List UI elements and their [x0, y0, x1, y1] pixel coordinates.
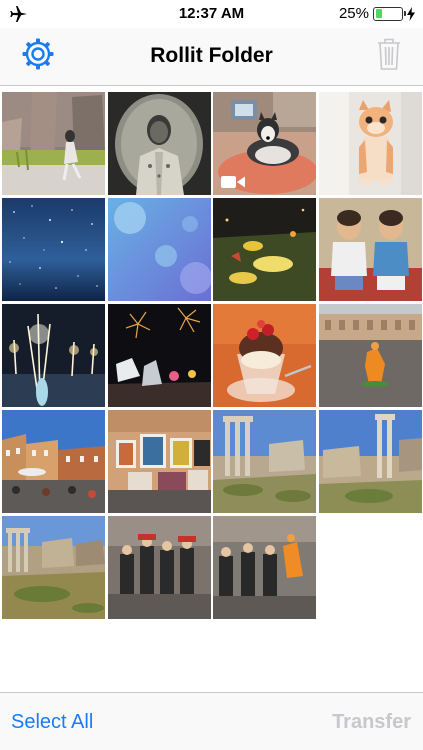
photo-blue-bokeh[interactable]	[107, 198, 211, 301]
photo-roman-forum-3[interactable]	[2, 516, 105, 619]
photo-street-paintings[interactable]	[107, 410, 211, 513]
trash-icon[interactable]	[375, 36, 403, 72]
photo-girl-painted-wall[interactable]	[2, 92, 105, 195]
battery-icon	[373, 6, 406, 21]
photo-street-performers-1[interactable]	[107, 516, 211, 619]
select-all-button[interactable]: Select All	[11, 711, 93, 734]
navigation-bar: Rollit Folder	[0, 28, 423, 86]
photo-kitten[interactable]	[318, 92, 422, 195]
transfer-button[interactable]: Transfer	[332, 711, 411, 734]
photo-starry-sky[interactable]	[2, 198, 105, 301]
status-bar: 12:37 AM 25%	[0, 0, 423, 28]
photo-night-street-art[interactable]	[213, 198, 316, 301]
photo-husky-dog[interactable]	[213, 92, 316, 195]
photo-fireworks-night[interactable]	[107, 304, 211, 407]
photo-vintage-portrait[interactable]	[107, 92, 211, 195]
photo-fireworks-wedding[interactable]	[2, 304, 105, 407]
bottom-toolbar: Select All Transfer	[0, 692, 423, 750]
bolt-icon	[407, 6, 415, 21]
page-title: Rollit Folder	[150, 44, 273, 67]
photo-city-square-performer[interactable]	[318, 304, 422, 407]
photo-piazza-market[interactable]	[2, 410, 105, 513]
photo-street-performers-2[interactable]	[213, 516, 316, 619]
battery-fill	[375, 9, 382, 18]
video-camera-icon	[221, 176, 245, 188]
photo-roman-forum-2[interactable]	[318, 410, 422, 513]
photo-roman-forum-1[interactable]	[213, 410, 316, 513]
photo-ice-cream-dessert[interactable]	[213, 304, 316, 407]
photo-grid	[2, 92, 423, 619]
battery-status: 25%	[339, 5, 415, 22]
battery-percent: 25%	[338, 5, 369, 22]
photo-two-children[interactable]	[318, 198, 422, 301]
